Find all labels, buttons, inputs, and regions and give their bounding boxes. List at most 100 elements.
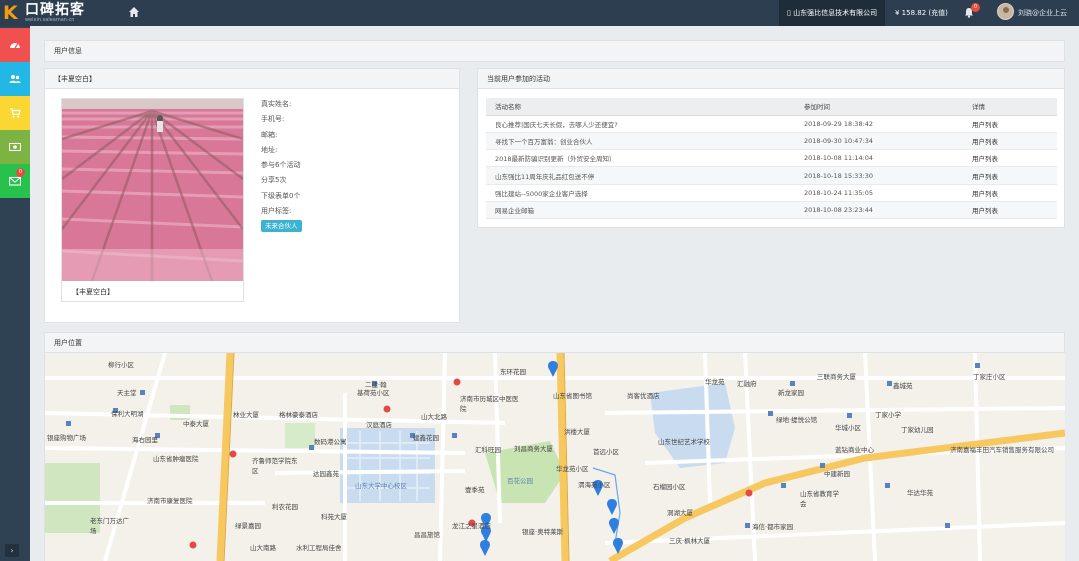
profile-info-list: 真实姓名: 手机号: 邮箱: 地址: 参与6个活动 分享5次 下级表单0个 用户…: [261, 99, 300, 221]
map-place-label: 济南市历城区中医医院: [460, 395, 519, 413]
map-place-label: 汇融府: [737, 380, 757, 388]
map-place-label: 海右园里: [132, 436, 158, 444]
avatar[interactable]: [997, 3, 1014, 20]
map-place-label: 龙江之星酒店: [452, 522, 491, 530]
map-place-label: 蓝钻商业中心: [835, 446, 874, 454]
sidebar-item-messages[interactable]: 0: [0, 164, 30, 198]
sidebar-item-users[interactable]: [0, 62, 30, 96]
activity-time: 2018-10-24 11:35:05: [795, 184, 963, 202]
users-icon: [9, 75, 21, 83]
map-place-label: 山大南路: [250, 544, 276, 552]
user-info-section: 用户信息: [44, 40, 1065, 62]
table-row: 寻找下一个百万富翁：创业合伙人 2018-09-30 10:47:34 用户列表: [486, 132, 1057, 151]
activity-name: 寻找下一个百万富翁：创业合伙人: [486, 132, 795, 151]
map-place-label: 齐鲁师范学院东区: [252, 457, 298, 475]
app-logo[interactable]: K 口碑拓客 weixin.saleaman.cn: [3, 2, 103, 24]
map-place-label: 洞湖大厦: [667, 509, 693, 517]
map-place-label: 华达华苑: [907, 489, 933, 497]
map-place-label: 汉庭酒店: [366, 421, 392, 429]
map-place-label: 首远小区: [593, 448, 619, 456]
map-place-label: 水利工程局佳舍: [296, 544, 342, 552]
logo-subtitle: weixin.saleaman.cn: [25, 17, 75, 23]
activity-detail-link[interactable]: 用户列表: [963, 201, 1057, 220]
activities-panel-title: 当前用户参加的活动: [478, 69, 1064, 89]
map-place-label: 达园鑫苑: [313, 470, 339, 478]
profile-photo-frame: 【丰夏空白】: [61, 98, 244, 302]
dashboard-icon: [10, 43, 20, 49]
table-row: 山东强比11周年庆礼品红包送不停 2018-10-18 15:33:30 用户列…: [486, 166, 1057, 185]
user-menu[interactable]: 刘骁@企业上云: [1018, 0, 1067, 26]
sidebar-item-finance[interactable]: [0, 130, 30, 164]
activity-detail-link[interactable]: 用户列表: [963, 166, 1057, 185]
cart-icon: [10, 108, 21, 118]
map-place-label: 科苑大厦: [321, 513, 347, 521]
left-sidebar: 0 ›: [0, 26, 30, 561]
activity-time: 2018-09-29 18:38:42: [795, 115, 963, 133]
activity-name: 2018最新防骗识别更新（外贸安全周知）: [486, 149, 795, 168]
map-place-label: 昌昌旅馆: [414, 531, 440, 539]
activity-detail-link[interactable]: 用户列表: [963, 149, 1057, 168]
activity-detail-link[interactable]: 用户列表: [963, 132, 1057, 151]
map-place-label: 山东省教育学会: [800, 490, 839, 508]
info-form-count: 下级表单0个: [261, 191, 301, 200]
map-place-label: 绿地·缇悦公馆: [776, 416, 818, 424]
profile-card-title: 【丰夏空白】: [45, 69, 459, 89]
map-place-label: 中泰大厦: [183, 420, 209, 428]
map-place-label: 石榴园小区: [653, 483, 686, 491]
activities-table: 活动名称 参加时间 详情 良心推荐|国庆七天长假，去哪人少还便宜? 2018-0…: [486, 98, 1057, 220]
map-place-label: 渭海苑小区: [578, 481, 611, 489]
map-place-label: 海信·都市家园: [752, 523, 794, 531]
map-place-label: 银座·奥特莱斯: [522, 528, 564, 536]
map-place-label: 柳行小区: [108, 361, 134, 369]
column-header-time: 参加时间: [795, 98, 963, 116]
activity-detail-link[interactable]: 用户列表: [963, 115, 1057, 133]
table-header-row: 活动名称 参加时间 详情: [486, 98, 1057, 116]
table-row: 2018最新防骗识别更新（外贸安全周知） 2018-10-08 11:14:04…: [486, 149, 1057, 168]
activity-name: 良心推荐|国庆七天长假，去哪人少还便宜?: [486, 115, 795, 133]
info-share-count: 分享5次: [261, 176, 287, 185]
info-address: 地址:: [261, 145, 278, 154]
activity-name: 山东强比11周年庆礼品红包送不停: [486, 166, 795, 185]
map-place-label: 刘昌商务大厦: [514, 445, 553, 453]
home-icon[interactable]: [128, 6, 140, 18]
section-title: 用户信息: [45, 41, 1064, 61]
map-place-label: 鑫城苑: [893, 382, 913, 390]
map-place-label: 济南嘉福丰田汽车销售服务有限公司: [950, 446, 1054, 454]
map-place-label: 山东大学中心校区: [355, 482, 407, 490]
location-panel-title: 用户位置: [45, 333, 1064, 353]
user-location-map[interactable]: 柳行小区 天主堂 保利大明湖 银座购物广场 海右园里 中泰大厦 林业大厦 格林豪…: [45, 353, 1065, 561]
logo-mark: K: [3, 2, 18, 24]
info-email: 邮箱:: [261, 130, 278, 139]
sidebar-item-orders[interactable]: [0, 96, 30, 130]
map-place-label: 济南市康复医院: [147, 497, 193, 505]
company-switcher[interactable]: ▯ 山东强比信息技术有限公司: [779, 0, 886, 26]
map-place-label: 新龙家园: [778, 389, 804, 397]
activity-time: 2018-09-30 10:47:34: [795, 132, 963, 151]
activity-time: 2018-10-18 15:33:30: [795, 166, 963, 185]
sidebar-item-dashboard[interactable]: [0, 28, 30, 62]
map-place-label: 山东省图书馆: [553, 392, 592, 400]
map-place-label: 华龙苑: [705, 378, 725, 386]
column-header-name: 活动名称: [486, 98, 795, 116]
balance-recharge[interactable]: ¥ 158.82 (充值): [895, 0, 948, 26]
user-tag-badge[interactable]: 未来合伙人: [261, 220, 302, 232]
map-place-label: 汇科旺园: [475, 446, 501, 454]
map-place-label: 格林豪泰酒店: [279, 411, 318, 419]
map-place-label: 山大北路: [421, 413, 447, 421]
map-place-label: 洪楼大厦: [564, 428, 590, 436]
map-place-label: 数码港公寓: [314, 438, 347, 446]
sidebar-collapse-toggle[interactable]: ›: [5, 544, 19, 557]
map-place-label: 百花公园: [507, 477, 533, 485]
map-place-label: 华龙苑小区: [556, 465, 589, 473]
map-place-label: 银座购物广场: [47, 434, 86, 442]
map-place-label: 林业大厦: [233, 411, 259, 419]
activity-detail-link[interactable]: 用户列表: [963, 184, 1057, 202]
map-place-label: 基荷苑小区: [357, 389, 390, 397]
map-place-label: 三联商务大厦: [817, 373, 856, 381]
photo-caption: 【丰夏空白】: [72, 288, 114, 296]
activity-name: 强比建站--5000家企业客户选择: [486, 184, 795, 202]
activity-time: 2018-10-08 11:14:04: [795, 149, 963, 168]
map-place-label: 老东门万达广场: [90, 517, 129, 535]
map-place-label: 利农花园: [272, 503, 298, 511]
map-place-label: 天主堂: [117, 389, 137, 397]
